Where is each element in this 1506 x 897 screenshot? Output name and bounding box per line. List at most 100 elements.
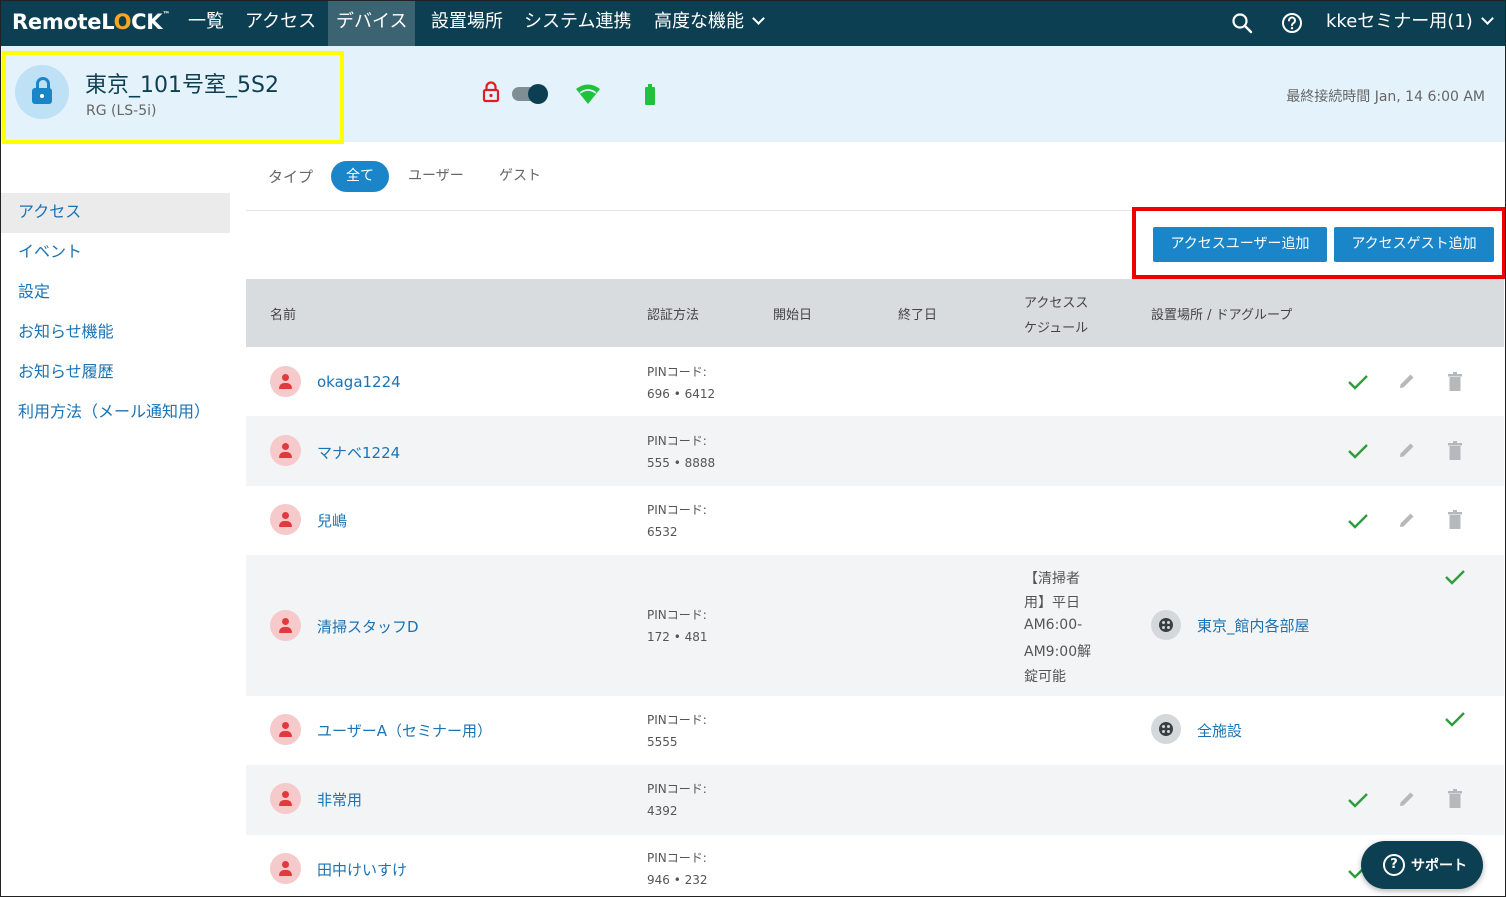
schedule-text-line: AM9:00解 <box>1024 644 1092 660</box>
sidebar-item-usage-mail[interactable]: 利用方法（メール通知用） <box>1 393 230 433</box>
column-header-location: 設置場所 / ドアグループ <box>1151 308 1293 323</box>
column-header-start[interactable]: 開始日 <box>773 304 812 323</box>
user-avatar-icon <box>270 714 301 745</box>
table-row: 非常用 PINコード: 4392 <box>246 765 1504 835</box>
trash-icon[interactable] <box>1447 441 1463 465</box>
location-link[interactable]: 東京_館内各部屋 <box>1197 615 1310 636</box>
check-icon[interactable] <box>1444 569 1466 589</box>
table-row: 兒嶋 PINコード: 6532 <box>246 486 1504 555</box>
pin-label: PINコード: <box>647 851 707 865</box>
check-icon[interactable] <box>1444 711 1466 731</box>
help-circle-icon[interactable] <box>1281 1 1303 46</box>
app-window: RemoteLOCK™ 一覧 アクセス デバイス 設置場所 システム連携 高度な… <box>0 0 1506 897</box>
pin-label: PINコード: <box>647 434 707 448</box>
table-row: マナベ1224 PINコード: 555 • 8888 <box>246 416 1504 486</box>
pin-label: PINコード: <box>647 713 707 727</box>
location-link[interactable]: 全施設 <box>1197 720 1242 741</box>
trash-icon[interactable] <box>1447 372 1463 396</box>
pin-value: 555 • 8888 <box>647 456 716 470</box>
pin-label: PINコード: <box>647 365 707 379</box>
edit-pencil-icon[interactable] <box>1397 789 1417 813</box>
edit-pencil-icon[interactable] <box>1397 371 1417 395</box>
table-row: 田中けいすけ PINコード: 946 • 232 <box>246 835 1504 896</box>
user-name-link[interactable]: okaga1224 <box>317 373 401 391</box>
top-navigation-bar: RemoteLOCK™ 一覧 アクセス デバイス 設置場所 システム連携 高度な… <box>1 1 1505 46</box>
user-name-link[interactable]: 清掃スタッフD <box>317 616 419 637</box>
pin-label: PINコード: <box>647 503 707 517</box>
trash-icon[interactable] <box>1447 789 1463 813</box>
filter-all[interactable]: 全て <box>331 161 389 192</box>
table-header: 名前 認証方法 開始日 終了日 アクセスス ケジュール 設置場所 / ドアグルー… <box>246 279 1504 347</box>
user-avatar-icon <box>270 366 301 397</box>
support-button[interactable]: ? サポート <box>1361 841 1483 889</box>
filter-guests[interactable]: ゲスト <box>484 161 556 192</box>
user-name-link[interactable]: 田中けいすけ <box>317 859 407 880</box>
locked-status-icon <box>482 81 500 107</box>
schedule-text-line: AM6:00- <box>1024 617 1083 633</box>
account-menu[interactable]: kkeセミナー用(1) <box>1326 1 1494 46</box>
pin-label: PINコード: <box>647 782 707 796</box>
wifi-icon <box>575 83 601 109</box>
column-header-end[interactable]: 終了日 <box>898 304 937 323</box>
check-icon[interactable] <box>1347 513 1369 533</box>
pin-value: 6532 <box>647 525 678 539</box>
pin-value: 4392 <box>647 804 678 818</box>
edit-pencil-icon[interactable] <box>1397 440 1417 464</box>
check-icon[interactable] <box>1347 374 1369 394</box>
user-name-link[interactable]: ユーザーA（セミナー用） <box>317 720 492 741</box>
user-name-link[interactable]: 非常用 <box>317 789 362 810</box>
edit-pencil-icon[interactable] <box>1397 510 1417 534</box>
column-header-name[interactable]: 名前 <box>270 304 296 323</box>
nav-item-list[interactable]: 一覧 <box>180 1 232 46</box>
user-avatar-icon <box>270 504 301 535</box>
user-avatar-icon <box>270 853 301 884</box>
account-label: kkeセミナー用(1) <box>1326 11 1473 32</box>
pin-value: 696 • 6412 <box>647 387 716 401</box>
nav-item-locations[interactable]: 設置場所 <box>423 1 511 46</box>
filter-users[interactable]: ユーザー <box>393 161 479 192</box>
schedule-text-line: 用】平日 <box>1024 595 1080 611</box>
battery-icon <box>645 87 655 105</box>
check-icon[interactable] <box>1347 792 1369 812</box>
nav-item-advanced-label: 高度な機能 <box>654 11 744 32</box>
check-icon[interactable] <box>1347 443 1369 463</box>
sidebar-item-access[interactable]: アクセス <box>1 193 230 233</box>
column-header-schedule-line2: ケジュール <box>1024 321 1089 336</box>
pin-value: 172 • 481 <box>647 630 708 644</box>
nav-item-integrations[interactable]: システム連携 <box>516 1 639 46</box>
pin-value: 946 • 232 <box>647 873 708 887</box>
user-name-link[interactable]: マナベ1224 <box>317 442 400 463</box>
user-avatar-icon <box>270 610 301 641</box>
column-header-schedule-line1: アクセスス <box>1024 296 1089 311</box>
pin-label: PINコード: <box>647 608 707 622</box>
filter-type-label: タイプ <box>268 168 314 186</box>
search-icon[interactable] <box>1231 1 1253 46</box>
highlight-box-add-buttons <box>1132 207 1505 279</box>
remotelock-logo[interactable]: RemoteLOCK™ <box>12 10 170 34</box>
support-label: サポート <box>1411 858 1467 874</box>
sidebar-item-notifications[interactable]: お知らせ機能 <box>1 313 230 353</box>
door-group-icon <box>1151 714 1181 744</box>
help-circle-icon: ? <box>1383 854 1405 876</box>
table-row: ユーザーA（セミナー用） PINコード: 5555 全施設 <box>246 696 1504 765</box>
nav-item-advanced[interactable]: 高度な機能 <box>646 1 771 46</box>
user-avatar-icon <box>270 435 301 466</box>
trash-icon[interactable] <box>1447 510 1463 534</box>
table-row: okaga1224 PINコード: 696 • 6412 <box>246 347 1504 416</box>
table-row: 清掃スタッフD PINコード: 172 • 481 【清掃者 用】平日 AM6:… <box>246 555 1504 696</box>
last-connected-time: 最終接続時間 Jan, 14 6:00 AM <box>1286 89 1485 105</box>
door-group-icon <box>1151 610 1181 640</box>
sidebar-item-notification-history[interactable]: お知らせ履歴 <box>1 353 230 393</box>
lock-toggle-knob[interactable] <box>528 84 548 104</box>
sidebar-item-settings[interactable]: 設定 <box>1 273 230 313</box>
highlight-box-device <box>2 51 344 144</box>
sidebar-item-events[interactable]: イベント <box>1 233 230 273</box>
user-name-link[interactable]: 兒嶋 <box>317 510 347 531</box>
nav-item-devices[interactable]: デバイス <box>328 1 416 46</box>
schedule-text-line: 【清掃者 <box>1024 571 1080 587</box>
nav-item-access[interactable]: アクセス <box>237 1 324 46</box>
chevron-down-icon <box>752 12 765 25</box>
column-header-auth: 認証方法 <box>647 308 700 323</box>
user-avatar-icon <box>270 783 301 814</box>
schedule-text-line: 錠可能 <box>1024 669 1066 685</box>
